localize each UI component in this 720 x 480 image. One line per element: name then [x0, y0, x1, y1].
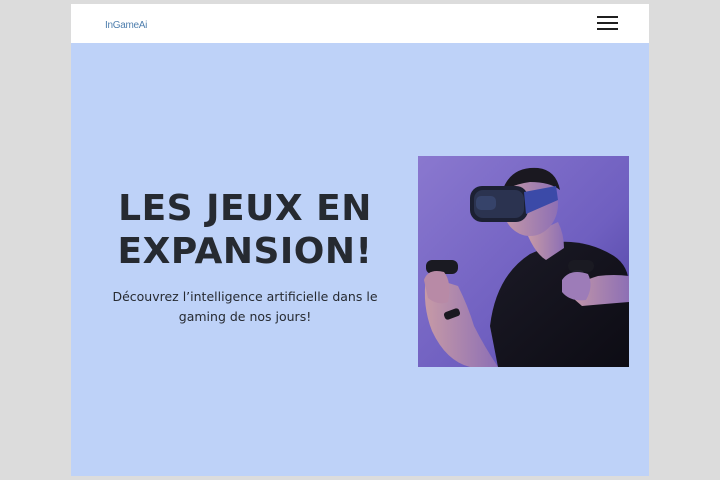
website-frame: InGameAi LES JEUX EN EXPANSION! Découvre… [71, 4, 649, 476]
menu-bar-top [597, 16, 618, 18]
hamburger-menu-icon[interactable] [597, 15, 619, 31]
vr-gamer-photo [418, 156, 629, 367]
logo-text: InGameAi [105, 20, 148, 31]
hero-title: LES JEUX EN EXPANSION! [117, 188, 373, 272]
hero-text-block: LES JEUX EN EXPANSION! Découvrez l’intel… [91, 187, 399, 327]
site-logo[interactable]: InGameAi [105, 14, 149, 34]
menu-bar-bottom [597, 28, 618, 30]
hero-subtitle: Découvrez l’intelligence artificielle da… [112, 289, 378, 324]
menu-bar-middle [597, 22, 618, 24]
top-navbar: InGameAi [71, 4, 649, 43]
